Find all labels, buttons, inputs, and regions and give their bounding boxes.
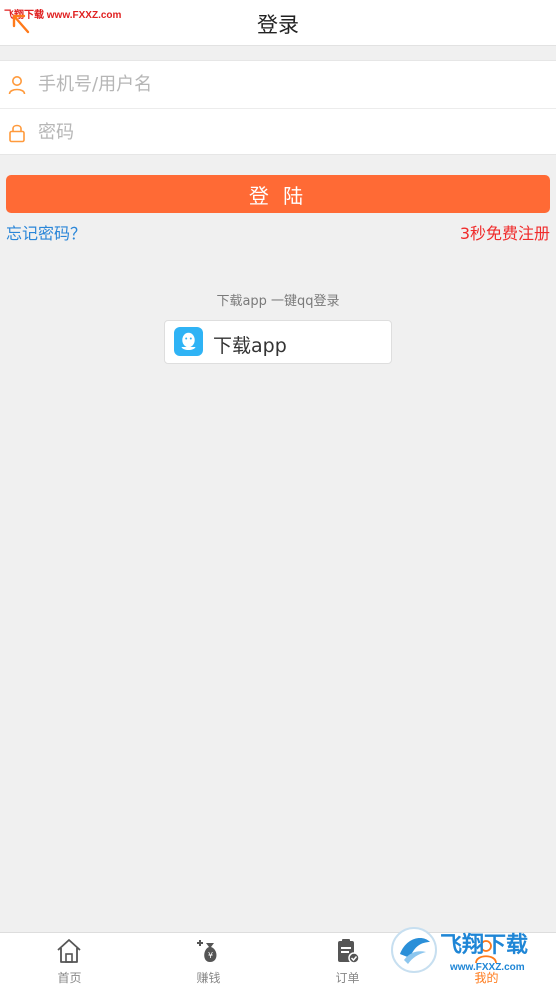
user-icon <box>8 76 26 95</box>
header-bar: 飞翔下载 www.FXXZ.com 登录 <box>0 0 556 46</box>
tab-home-label: 首页 <box>57 971 82 984</box>
svg-text:¥: ¥ <box>208 951 213 960</box>
download-app-label: 下载app <box>213 335 287 357</box>
money-bag-icon: ¥ <box>197 940 217 962</box>
register-link[interactable]: 3秒免费注册 <box>460 220 550 244</box>
order-clipboard-icon <box>338 939 360 964</box>
qq-icon <box>174 327 203 356</box>
tab-earn-label: 赚钱 <box>196 971 221 984</box>
password-input[interactable] <box>38 115 538 149</box>
qq-login-hint: 下载app 一键qq登录 <box>216 294 340 309</box>
watermark-logo-name: 飞翔下载 <box>440 932 528 958</box>
username-input[interactable] <box>38 67 538 101</box>
login-button[interactable]: 登 陆 <box>6 175 550 213</box>
username-row <box>0 61 556 108</box>
forgot-password-link[interactable]: 忘记密码？ <box>6 220 86 244</box>
watermark-logo: 飞翔下载 www.FXXZ.com <box>391 927 528 973</box>
tab-earn[interactable]: ¥ 赚钱 <box>139 933 278 984</box>
home-icon <box>57 939 81 963</box>
watermark-logo-url: www.FXXZ.com <box>449 962 525 973</box>
login-form <box>0 60 556 155</box>
tab-home[interactable]: 首页 <box>0 933 139 984</box>
page-title: 登录 <box>257 13 299 37</box>
password-row <box>0 108 556 155</box>
download-app-button[interactable]: 下载app <box>164 320 392 364</box>
lock-icon <box>9 124 25 143</box>
